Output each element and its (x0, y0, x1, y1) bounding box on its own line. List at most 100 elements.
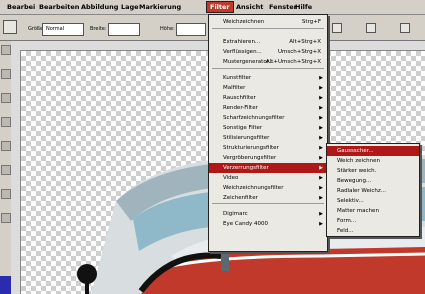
blur-submenu: Gaussscher... Weich zeichnen Stärker weich… (326, 143, 420, 237)
filter-menu-item-label: Vergröberungsfilter (223, 155, 277, 161)
submenu-item-label: Weich zeichnen (337, 158, 380, 164)
filter-menu-item[interactable]: Eye Candy 4000 ▶ (209, 219, 327, 229)
filter-menu-item[interactable]: Scharfzeichnungsfilter ▶ (209, 113, 327, 123)
option-checkbox-2[interactable] (366, 23, 376, 33)
submenu-item-label: Stärker weich. (337, 168, 377, 174)
filter-menu-item-label: Render-Filter (223, 105, 258, 111)
filter-menu-item[interactable]: Vergröberungsfilter ▶ (209, 153, 327, 163)
submenu-item-label: Gaussscher... (337, 148, 374, 154)
option-checkbox-1[interactable] (332, 23, 342, 33)
filter-menu-item[interactable]: Verflüssigen... Umsch+Strg+X (209, 47, 327, 57)
shortcut-label: Alt+Strg+X (289, 39, 321, 45)
size-value: Normal (46, 26, 65, 32)
submenu-arrow-icon: ▶ (319, 211, 323, 217)
height-label: Höhe: (160, 26, 175, 32)
submenu-arrow-icon: ▶ (319, 75, 323, 81)
menu-item-2[interactable]: Bearbeiten (36, 2, 82, 12)
filter-menu-item[interactable]: Kunstfilter ▶ (209, 73, 327, 83)
filter-menu-item[interactable]: Mustergenerator... Alt+Umsch+Strg+X (209, 57, 327, 67)
submenu-arrow-icon: ▶ (319, 105, 323, 111)
filter-menu-item-label: Sonstige Filter (223, 125, 263, 131)
ruler-left (11, 50, 21, 294)
hand-tool-icon[interactable] (1, 189, 11, 199)
move-tool-icon[interactable] (1, 45, 11, 55)
height-field[interactable] (176, 23, 206, 36)
filter-menu-item-label: Zeichenfilter (223, 195, 258, 201)
filter-menu-item-label: Eye Candy 4000 (223, 221, 269, 227)
brush-tool-icon[interactable] (1, 117, 11, 127)
menu-item-filter[interactable]: Filter (206, 1, 234, 13)
submenu-item[interactable]: Form... (327, 216, 419, 226)
filter-menu-item[interactable]: Stilisierungsfilter ▶ (209, 133, 327, 143)
submenu-item[interactable]: Matter machen (327, 206, 419, 216)
width-field[interactable] (108, 23, 140, 36)
text-tool-icon[interactable] (1, 165, 11, 175)
filter-menu-item[interactable]: Verzerrungsfilter ▶ (209, 163, 327, 173)
submenu-arrow-icon: ▶ (319, 95, 323, 101)
submenu-arrow-icon: ▶ (319, 185, 323, 191)
submenu-item[interactable]: Selektiv... (327, 196, 419, 206)
filter-menu-item-label: Strukturierungsfilter (223, 145, 279, 151)
submenu-arrow-icon: ▶ (319, 125, 323, 131)
filter-menu-item[interactable]: Weichzeichnen Strg+F (209, 17, 327, 27)
filter-menu-item-label: Kunstfilter (223, 75, 252, 81)
filter-menu-item-label: Verzerrungsfilter (223, 165, 269, 171)
menu-item-9[interactable]: Hilfe (292, 2, 315, 12)
menu-item-3[interactable]: Abbildung (78, 2, 121, 12)
submenu-item[interactable]: Weich zeichnen (327, 156, 419, 166)
menu-separator (212, 203, 324, 204)
mirror-arm (85, 274, 89, 294)
tool-preset-button[interactable] (3, 20, 17, 34)
submenu-arrow-icon: ▶ (319, 145, 323, 151)
size-select[interactable]: Normal (42, 23, 84, 36)
shortcut-label: Umsch+Strg+X (277, 49, 321, 55)
menu-item-5[interactable]: Markierung (136, 2, 184, 12)
submenu-item[interactable]: Feld... (327, 226, 419, 236)
menu-item-1[interactable]: Bearbei (4, 2, 38, 12)
submenu-item-label: Feld... (337, 228, 354, 234)
submenu-item-label: Bewegung... (337, 178, 372, 184)
menu-separator (212, 68, 324, 69)
submenu-item-label: Form... (337, 218, 357, 224)
submenu-item[interactable]: Radialer Weichz... (327, 186, 419, 196)
filter-menu-item[interactable]: Render-Filter ▶ (209, 103, 327, 113)
filter-menu-item[interactable]: Zeichenfilter ▶ (209, 193, 327, 203)
filter-menu-item-label: Rauschfilter (223, 95, 256, 101)
submenu-arrow-icon: ▶ (319, 175, 323, 181)
crop-tool-icon[interactable] (1, 93, 11, 103)
filter-menu-item-label: Verflüssigen... (223, 49, 262, 55)
filter-menu-item[interactable]: Weichzeichnungsfilter ▶ (209, 183, 327, 193)
filter-menu-item[interactable]: Digimarc ▶ (209, 209, 327, 219)
submenu-arrow-icon: ▶ (319, 85, 323, 91)
eraser-tool-icon[interactable] (1, 141, 11, 151)
menu-item-7[interactable]: Ansicht (233, 2, 266, 12)
submenu-arrow-icon: ▶ (319, 115, 323, 121)
zoom-tool-icon[interactable] (1, 213, 11, 223)
filter-menu-item[interactable]: Rauschfilter ▶ (209, 93, 327, 103)
lasso-tool-icon[interactable] (1, 69, 11, 79)
filter-menu-item[interactable]: Sonstige Filter ▶ (209, 123, 327, 133)
filter-menu-item-label: Extrahieren... (223, 39, 261, 45)
submenu-arrow-icon: ▶ (319, 195, 323, 201)
shortcut-label: Alt+Umsch+Strg+X (265, 59, 321, 65)
option-checkbox-3[interactable] (400, 23, 410, 33)
submenu-arrow-icon: ▶ (319, 135, 323, 141)
filter-menu-item-label: Weichzeichnungsfilter (223, 185, 284, 191)
filter-menu-item-label: Malfilter (223, 85, 246, 91)
submenu-item-label: Radialer Weichz... (337, 188, 387, 194)
filter-menu-item[interactable]: Video ▶ (209, 173, 327, 183)
menu-bar: Bearbei Bearbeiten Abbildung Lage Markie… (0, 0, 425, 15)
menu-separator (212, 28, 324, 29)
filter-menu-item[interactable]: Malfilter ▶ (209, 83, 327, 93)
submenu-item[interactable]: Stärker weich. (327, 166, 419, 176)
submenu-item[interactable]: Gaussscher... (327, 146, 419, 156)
filter-menu: Weichzeichnen Strg+F Extrahieren... Alt+Str… (208, 14, 328, 252)
submenu-arrow-icon: ▶ (319, 155, 323, 161)
submenu-arrow-icon: ▶ (319, 165, 323, 171)
filter-menu-item[interactable]: Extrahieren... Alt+Strg+X (209, 37, 327, 47)
taskbar-strip (0, 276, 11, 294)
submenu-item[interactable]: Bewegung... (327, 176, 419, 186)
submenu-item-label: Selektiv... (337, 198, 364, 204)
filter-menu-item[interactable]: Strukturierungsfilter ▶ (209, 143, 327, 153)
filter-menu-item-label: Digimarc (223, 211, 248, 217)
